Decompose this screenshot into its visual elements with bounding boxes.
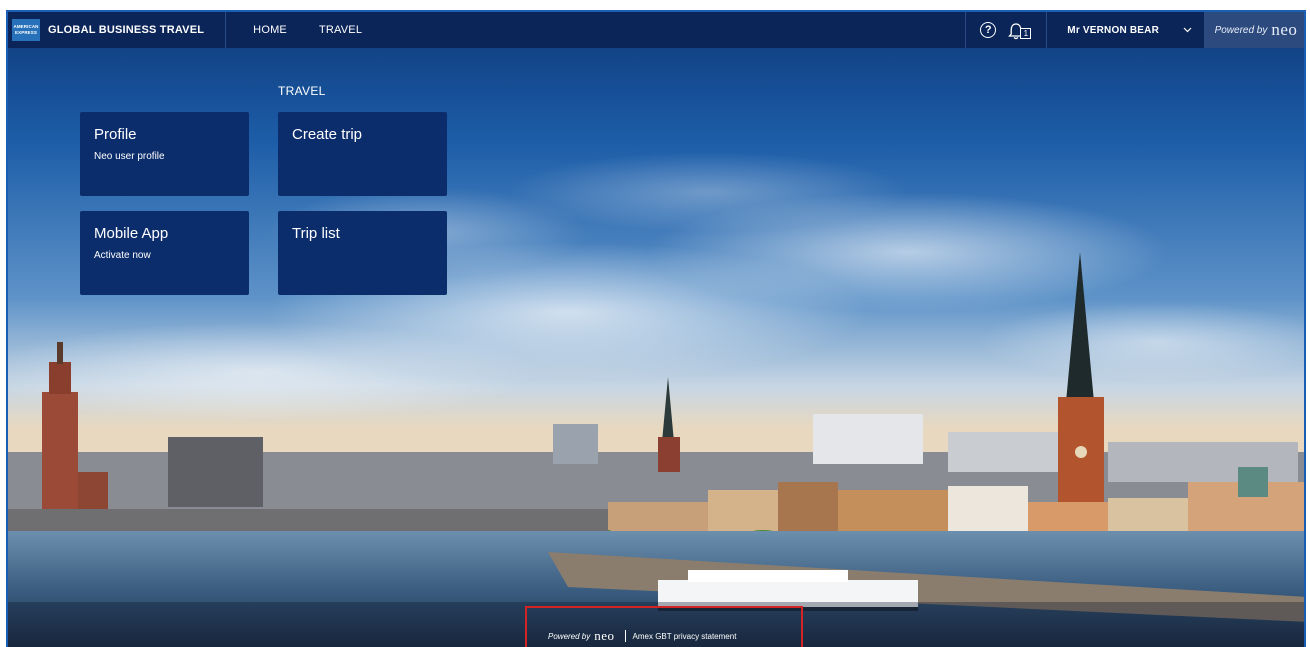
amex-logo: AMERICAN EXPRESS (12, 19, 40, 41)
tile-title: Mobile App (94, 225, 169, 242)
footer-divider (624, 630, 626, 642)
top-navigation-bar: AMERICAN EXPRESS GLOBAL BUSINESS TRAVEL … (8, 12, 1304, 48)
notifications-button[interactable]: 1 (1008, 20, 1032, 40)
brand-home-link[interactable]: AMERICAN EXPRESS GLOBAL BUSINESS TRAVEL (8, 12, 204, 48)
travel-section-label: TRAVEL (278, 84, 326, 98)
tile-title: Create trip (292, 126, 363, 143)
toolbar-divider (965, 12, 967, 48)
nav-travel[interactable]: TRAVEL (319, 24, 362, 36)
profile-tile[interactable]: Profile Neo user profile (80, 112, 249, 196)
create-trip-tile[interactable]: Create trip (278, 112, 447, 196)
brand-name: GLOBAL BUSINESS TRAVEL (48, 24, 205, 36)
trip-list-tile[interactable]: Trip list (278, 211, 447, 295)
app-frame: AMERICAN EXPRESS GLOBAL BUSINESS TRAVEL … (6, 10, 1306, 647)
tile-title: Trip list (292, 225, 340, 242)
footer-powered-by: Powered by (548, 631, 591, 641)
user-menu[interactable]: Mr VERNON BEAR (1067, 25, 1204, 36)
privacy-statement-link[interactable]: Amex GBT privacy statement (633, 632, 737, 641)
tile-title: Profile (94, 126, 137, 143)
notification-count-badge: 1 (1020, 28, 1032, 39)
footer-neo-logo: neo (594, 628, 615, 643)
help-icon[interactable]: ? (980, 22, 997, 38)
chevron-down-icon (1183, 27, 1192, 33)
footer: Powered by neo Amex GBT privacy statemen… (548, 628, 736, 644)
tile-subtitle: Activate now (94, 250, 151, 261)
powered-by-neo-badge: Powered by neo (1204, 12, 1304, 48)
stockholm-background-image (8, 12, 1304, 647)
neo-logo: neo (1271, 20, 1298, 39)
mobile-app-tile[interactable]: Mobile App Activate now (80, 211, 249, 295)
nav-home[interactable]: HOME (253, 24, 287, 36)
brand-divider (225, 12, 227, 48)
tile-subtitle: Neo user profile (94, 151, 165, 162)
user-name: Mr VERNON BEAR (1067, 24, 1159, 36)
toolbar-divider (1046, 12, 1048, 48)
